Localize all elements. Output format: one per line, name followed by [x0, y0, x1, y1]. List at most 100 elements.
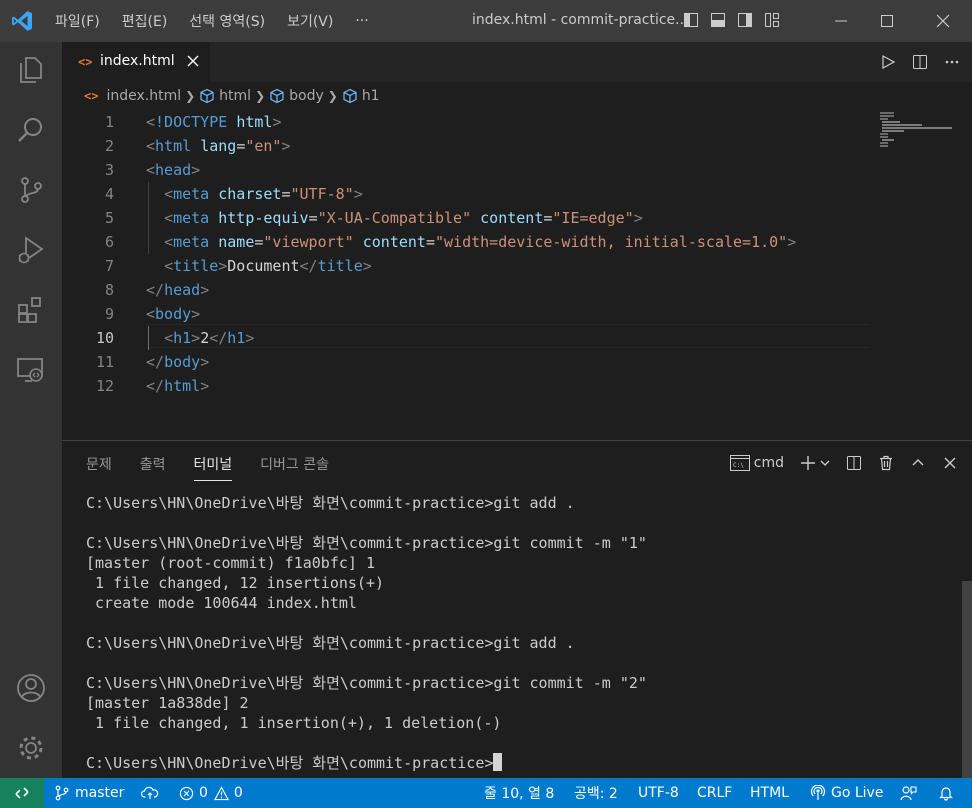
vscode-logo-icon[interactable] [10, 9, 34, 33]
new-terminal-icon[interactable] [800, 455, 816, 471]
bottom-panel: 문제 출력 터미널 디버그 콘솔 C:\ cmd C:\Users\HN\One… [62, 441, 972, 778]
minimap[interactable] [878, 110, 972, 440]
maximize-button[interactable] [864, 0, 910, 42]
go-live-label: Go Live [831, 785, 884, 801]
bracket-token: < [164, 329, 174, 347]
tab-output[interactable]: 출력 [140, 454, 166, 481]
code-line[interactable]: 8 </head> [62, 278, 872, 302]
breadcrumb-h1[interactable]: h1 [342, 88, 380, 104]
cursor-position[interactable]: 줄 10, 열 8 [484, 778, 554, 808]
code-line[interactable]: 10 <h1>2</h1> [62, 326, 872, 350]
close-panel-icon[interactable] [942, 455, 958, 471]
code-line[interactable]: 5 <meta http-equiv="X-UA-Compatible" con… [62, 206, 872, 230]
terminal-line: 1 file changed, 12 insertions(+) [86, 573, 647, 593]
breadcrumb-html[interactable]: html [199, 88, 251, 104]
bracket-token: </ [146, 377, 165, 395]
code-editor[interactable]: 1 <!DOCTYPE html> 2 <html lang="en"> 3 <head>… [62, 110, 972, 440]
bracket-token: < [146, 137, 156, 155]
code-line[interactable]: 6 <meta name="viewport" content="width=d… [62, 230, 872, 254]
explorer-icon[interactable] [15, 54, 47, 86]
terminal-line: create mode 100644 index.html [86, 593, 647, 613]
chevron-up-icon[interactable] [910, 455, 926, 471]
tag-name-token: head [164, 281, 201, 299]
remote-indicator[interactable] [0, 778, 44, 808]
minimize-button[interactable] [818, 0, 864, 42]
more-actions-icon[interactable] [944, 54, 960, 70]
breadcrumb-file[interactable]: <> index.html [84, 88, 181, 104]
problems-indicator[interactable]: 0 0 [179, 778, 243, 808]
warning-count: 0 [233, 785, 243, 801]
code-line[interactable]: 12 </html> [62, 374, 872, 398]
breadcrumb-label: body [289, 88, 324, 104]
indentation[interactable]: 공백: 2 [574, 778, 618, 808]
terminal-shell-selector[interactable]: C:\ cmd [729, 455, 784, 471]
line-endings[interactable]: CRLF [697, 778, 732, 808]
branch-indicator[interactable]: master [54, 778, 124, 808]
code-line[interactable]: 1 <!DOCTYPE html> [62, 110, 872, 134]
customize-layout-icon[interactable] [764, 12, 780, 28]
close-icon [936, 14, 950, 28]
menu-selection[interactable]: 선택 영역(S) [189, 11, 265, 31]
bracket-token: < [164, 185, 174, 203]
sync-button[interactable] [141, 778, 164, 808]
split-terminal-icon[interactable] [846, 455, 862, 471]
split-editor-icon[interactable] [912, 54, 928, 70]
title-bar: 파일(F) 편집(E) 선택 영역(S) 보기(V) ··· index.htm… [0, 0, 972, 42]
code-line[interactable]: 11 </body> [62, 350, 872, 374]
encoding[interactable]: UTF-8 [638, 778, 679, 808]
code-text: </html> [146, 374, 209, 398]
code-line[interactable]: 9 <body> [62, 302, 872, 326]
go-live-button[interactable]: Go Live [810, 778, 883, 808]
remote-explorer-icon[interactable] [15, 354, 47, 386]
tab-terminal[interactable]: 터미널 [193, 454, 233, 481]
language-mode[interactable]: HTML [750, 778, 789, 808]
toggle-secondary-sidebar-icon[interactable] [737, 12, 753, 28]
tab-close-icon[interactable] [185, 53, 201, 69]
run-debug-icon[interactable] [15, 234, 47, 266]
breadcrumb-label: h1 [361, 88, 380, 104]
feedback-button[interactable] [900, 778, 922, 808]
code-text: <meta name="viewport" content="width=dev… [146, 230, 796, 254]
bracket-token: < [164, 209, 174, 227]
tag-name-token: body [164, 353, 201, 371]
notifications-button[interactable] [938, 778, 959, 808]
menu-view[interactable]: 보기(V) [287, 11, 333, 31]
breadcrumb-body[interactable]: body [269, 88, 324, 104]
toggle-primary-sidebar-icon[interactable] [683, 12, 699, 28]
search-icon[interactable] [15, 114, 47, 146]
code-line[interactable]: 3 <head> [62, 158, 872, 182]
code-text: <head> [146, 158, 200, 182]
tab-debug-console[interactable]: 디버그 콘솔 [260, 454, 329, 481]
source-control-icon[interactable] [15, 174, 47, 206]
manage-gear-icon[interactable] [15, 732, 47, 764]
trash-icon[interactable] [878, 455, 894, 471]
menu-more[interactable]: ··· [355, 13, 368, 29]
chevron-down-icon[interactable] [820, 455, 830, 471]
code-line[interactable]: 2 <html lang="en"> [62, 134, 872, 158]
line-number: 5 [104, 209, 114, 227]
menu-edit[interactable]: 편집(E) [122, 11, 168, 31]
code-line[interactable]: 7 <title>Document</title> [62, 254, 872, 278]
tab-problems[interactable]: 문제 [86, 454, 112, 481]
bracket-token: > [272, 113, 282, 131]
tab-index-html[interactable]: <> index.html [62, 42, 210, 82]
terminal-line: 1 file changed, 1 insertion(+), 1 deleti… [86, 713, 647, 733]
extensions-icon[interactable] [15, 294, 47, 326]
menu-file[interactable]: 파일(F) [55, 11, 100, 31]
terminal-output[interactable]: C:\Users\HN\OneDrive\바탕 화면\commit-practi… [86, 493, 647, 773]
tag-name-token: html [164, 377, 201, 395]
accounts-icon[interactable] [15, 672, 47, 704]
code-line[interactable]: 4 <meta charset="UTF-8"> [62, 182, 872, 206]
run-icon[interactable] [880, 54, 896, 70]
terminal-shell-name: cmd [753, 455, 784, 471]
terminal-scrollbar[interactable] [962, 581, 972, 778]
toggle-panel-icon[interactable] [710, 12, 726, 28]
line-number: 3 [104, 161, 114, 179]
minimize-icon [835, 20, 847, 22]
bracket-token: < [164, 257, 174, 275]
close-window-button[interactable] [920, 0, 966, 42]
bracket-token: > [633, 209, 643, 227]
line-number: 10 [95, 329, 114, 347]
